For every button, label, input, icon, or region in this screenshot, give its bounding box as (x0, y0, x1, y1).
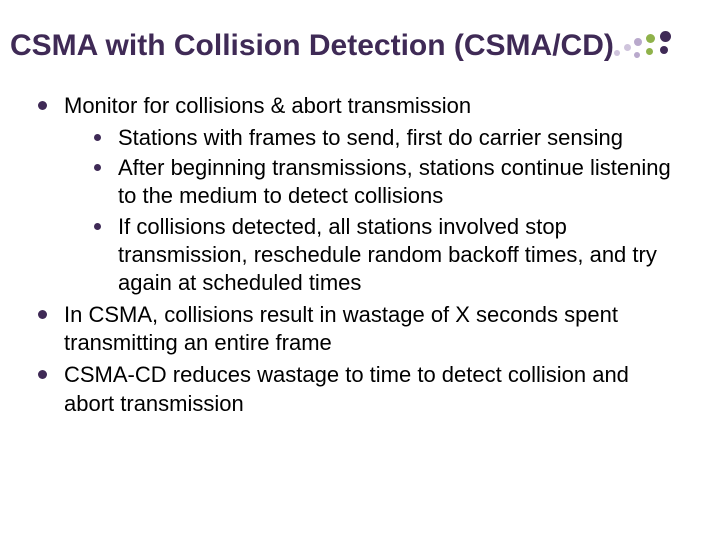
corner-dots-icon (614, 32, 686, 62)
bullet-list: Monitor for collisions & abort transmiss… (10, 92, 700, 418)
bullet-item: In CSMA, collisions result in wastage of… (38, 301, 680, 357)
sub-bullet-text: After beginning transmissions, stations … (118, 155, 671, 208)
slide: CSMA with Collision Detection (CSMA/CD) … (0, 0, 720, 540)
sub-bullet-item: Stations with frames to send, first do c… (94, 124, 680, 152)
sub-bullet-text: Stations with frames to send, first do c… (118, 125, 623, 150)
slide-title: CSMA with Collision Detection (CSMA/CD) (10, 28, 700, 64)
title-row: CSMA with Collision Detection (CSMA/CD) (10, 28, 700, 64)
sub-bullet-item: If collisions detected, all stations inv… (94, 213, 680, 297)
sub-bullet-text: If collisions detected, all stations inv… (118, 214, 657, 295)
bullet-item: Monitor for collisions & abort transmiss… (38, 92, 680, 297)
bullet-text: In CSMA, collisions result in wastage of… (64, 302, 618, 355)
bullet-item: CSMA-CD reduces wastage to time to detec… (38, 361, 680, 417)
bullet-text: CSMA-CD reduces wastage to time to detec… (64, 362, 629, 415)
sub-bullet-item: After beginning transmissions, stations … (94, 154, 680, 210)
bullet-text: Monitor for collisions & abort transmiss… (64, 93, 471, 118)
sub-bullet-list: Stations with frames to send, first do c… (64, 124, 680, 297)
